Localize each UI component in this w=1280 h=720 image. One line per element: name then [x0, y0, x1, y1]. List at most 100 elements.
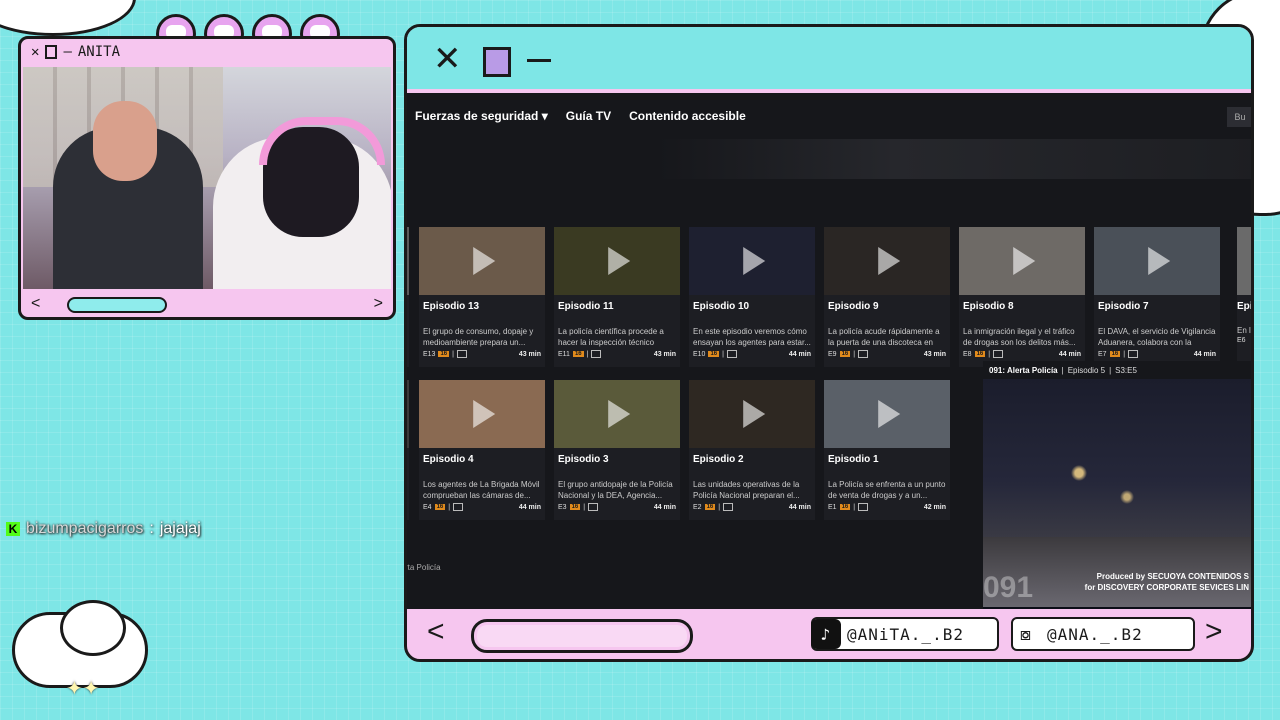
play-icon[interactable]	[743, 400, 766, 428]
age-rating-badge: 16	[569, 504, 581, 510]
episode-card[interactable]: Episodio 8 La inmigración ilegal y el trá…	[959, 227, 1085, 367]
tiktok-handle: @ANiTA._.B2	[847, 624, 964, 644]
age-rating-badge: 16	[434, 504, 446, 510]
episode-preview[interactable]: 091: Alerta Policía | Episodio 5 | S3:E5…	[983, 361, 1251, 609]
episode-code: E2	[693, 503, 702, 511]
close-icon[interactable]: ✕	[31, 44, 39, 60]
episode-duration: 44 min	[1193, 350, 1216, 358]
preview-header: 091: Alerta Policía | Episodio 5 | S3:E5	[983, 361, 1251, 379]
episode-card[interactable]: Episodio 7 El DAVA, el servicio de Vigila…	[1094, 227, 1220, 367]
episode-description: En este episodio veremos cómo ensayan lo…	[693, 327, 811, 347]
next-arrow[interactable]: >	[1205, 615, 1223, 649]
episode-code: E7	[1098, 350, 1107, 358]
episode-title: Epis	[1237, 301, 1253, 312]
episode-title: Episodio 10	[693, 301, 750, 312]
age-rating-badge: 16	[704, 504, 716, 510]
production-credits: Produced by SECUOYA CONTENIDOS S for DIS…	[1084, 572, 1249, 592]
play-icon[interactable]	[608, 400, 631, 428]
episode-duration: 44 min	[788, 350, 811, 358]
cloud-decoration	[0, 0, 136, 36]
nav-item-guia-tv[interactable]: Guía TV	[566, 109, 611, 123]
episode-description: La policía científica procede a hacer la…	[558, 327, 664, 347]
sparkle-icon: ✦✦	[66, 678, 100, 700]
preview-code: S3:E5	[1115, 365, 1137, 375]
search-button[interactable]: Bu	[1227, 107, 1251, 127]
play-icon[interactable]	[473, 247, 496, 275]
episode-meta: E11 16 | 43 min	[558, 350, 676, 358]
episode-thumbnail[interactable]	[554, 227, 680, 295]
instagram-handle: @ANA._.B2	[1047, 624, 1143, 644]
episode-code: E8	[963, 350, 972, 358]
episode-description: En la oper...	[1237, 326, 1251, 335]
prev-arrow[interactable]: <	[31, 295, 40, 313]
episode-code: E1	[828, 503, 837, 511]
episode-duration: 42 min	[923, 503, 946, 511]
subtitles-icon	[723, 503, 734, 511]
bottom-scrollbar[interactable]	[471, 619, 693, 653]
play-icon[interactable]	[878, 247, 901, 275]
webcam-title: ANITA	[77, 44, 121, 60]
episode-meta: E4 16 | 44 min	[423, 503, 541, 511]
episode-card[interactable]: Episodio 2 Las unidades operativas de la …	[689, 380, 815, 520]
episode-thumbnail[interactable]	[689, 380, 815, 448]
episode-card[interactable]: Episodio 3 El grupo antidopaje de la Poli…	[554, 380, 680, 520]
instagram-icon: ⧇	[1019, 623, 1033, 645]
maximize-icon[interactable]	[483, 47, 511, 77]
webcam-scrollbar[interactable]	[67, 297, 167, 313]
episode-title: Episodio 4	[423, 454, 474, 465]
footer-link[interactable]: rta Policía	[407, 563, 441, 572]
preview-video[interactable]: 091 Produced by SECUOYA CONTENIDOS S for…	[983, 379, 1251, 607]
episode-thumbnail[interactable]	[959, 227, 1085, 295]
chat-username: bizumpacigarros	[26, 520, 144, 537]
instagram-badge: ⧇ @ANA._.B2	[1011, 617, 1195, 651]
episode-card[interactable]: Episodio 1 La Policía se enfrenta a un pu…	[824, 380, 950, 520]
episode-meta: E7 16 | 44 min	[1098, 350, 1216, 358]
play-icon[interactable]	[1148, 247, 1171, 275]
episode-card[interactable]: Episodio 9 La policía acude rápidamente a…	[824, 227, 950, 367]
episode-thumbnail[interactable]	[1094, 227, 1220, 295]
episode-description: El grupo de consumo, dopaje y medioambie…	[423, 327, 534, 347]
maximize-icon[interactable]	[45, 45, 58, 59]
episode-description: La Policía se enfrenta a un punto de ven…	[828, 480, 946, 500]
webcam-video	[23, 67, 391, 289]
webcam-window: ✕ — ANITA < >	[18, 36, 396, 320]
play-icon[interactable]	[878, 400, 901, 428]
episode-card[interactable]: Episodio 4 Los agentes de La Brigada Móvi…	[419, 380, 545, 520]
play-icon[interactable]	[743, 247, 766, 275]
episode-duration: 43 min	[653, 350, 676, 358]
subtitles-icon	[858, 503, 869, 511]
episode-description: El DAVA, el servicio de Vigilancia Aduan…	[1098, 327, 1216, 347]
episode-thumbnail[interactable]	[824, 227, 950, 295]
episode-duration: 43 min	[923, 350, 946, 358]
episode-thumbnail[interactable]	[689, 227, 815, 295]
preview-show: 091: Alerta Policía	[989, 365, 1058, 375]
browser-titlebar: ✕	[407, 27, 1251, 89]
partial-card-right[interactable]: Epis En la oper... E6	[1237, 227, 1253, 367]
next-arrow[interactable]: >	[374, 295, 383, 313]
episode-thumbnail[interactable]	[554, 380, 680, 448]
webcam-bottom-bar: < >	[21, 291, 393, 317]
episode-meta: E8 16 | 44 min	[963, 350, 1081, 358]
play-icon[interactable]	[473, 400, 496, 428]
episode-thumbnail[interactable]	[419, 380, 545, 448]
partial-card-left: min	[407, 380, 409, 520]
play-icon[interactable]	[1013, 247, 1036, 275]
episode-duration: 44 min	[518, 503, 541, 511]
episode-title: Episodio 11	[558, 301, 614, 312]
play-icon[interactable]	[608, 247, 631, 275]
episode-card[interactable]: Episodio 10 En este episodio veremos cómo…	[689, 227, 815, 367]
episode-code: E13	[423, 350, 436, 358]
episode-title: Episodio 8	[963, 301, 1014, 312]
minimize-icon[interactable]: —	[63, 44, 71, 60]
streaming-site: Fuerzas de seguridad ▾ Guía TV Contenido…	[407, 93, 1253, 609]
prev-arrow[interactable]: <	[427, 615, 445, 649]
episode-duration: 43 min	[518, 350, 541, 358]
episode-thumbnail[interactable]	[419, 227, 545, 295]
nav-item-fuerzas[interactable]: Fuerzas de seguridad ▾	[415, 109, 548, 123]
nav-item-accesible[interactable]: Contenido accesible	[629, 109, 746, 123]
episode-card[interactable]: Episodio 13 El grupo de consumo, dopaje y…	[419, 227, 545, 367]
close-icon[interactable]: ✕	[433, 39, 462, 79]
episode-thumbnail[interactable]	[824, 380, 950, 448]
minimize-icon[interactable]	[527, 59, 551, 62]
episode-card[interactable]: Episodio 11 La policía científica procede…	[554, 227, 680, 367]
